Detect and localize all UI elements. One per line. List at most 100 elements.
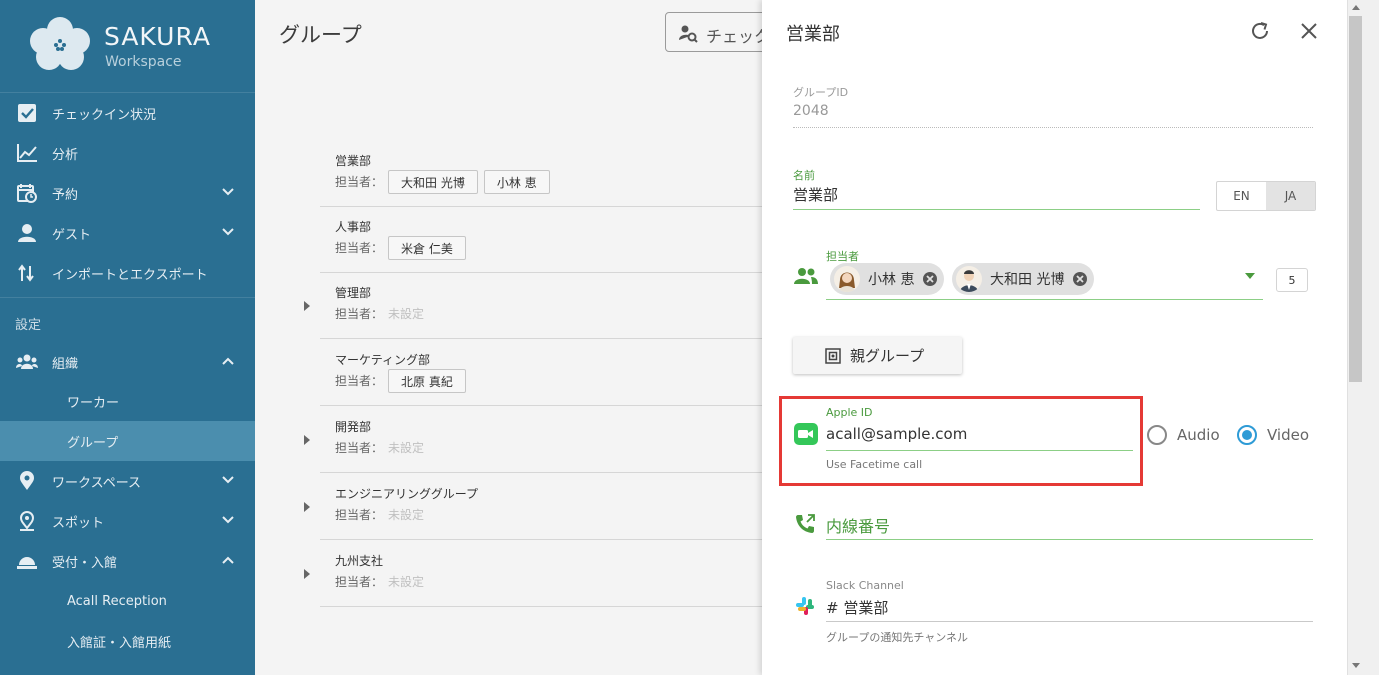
unset-text: 未設定 [388, 441, 425, 455]
lang-en-button[interactable]: EN [1217, 182, 1266, 210]
chevron-down-icon [222, 188, 234, 196]
chevron-up-icon [222, 357, 234, 365]
panel-scrollbar[interactable] [1347, 0, 1379, 675]
managers-label: 担当者 [826, 250, 859, 263]
facetime-icon [794, 423, 818, 445]
guest-icon [18, 224, 36, 242]
manager-chip[interactable]: 大和田 光博 [952, 263, 1095, 295]
dropdown-arrow-icon[interactable] [1244, 272, 1256, 280]
apple-id-input[interactable]: acall@sample.com [826, 425, 967, 443]
manager-name: 大和田 光博 [990, 272, 1065, 288]
expand-arrow-icon[interactable] [303, 435, 311, 445]
sidebar-item-label: チェックイン状況 [52, 107, 157, 123]
brand-subtitle: Workspace [105, 54, 182, 70]
unset-text: 未設定 [388, 575, 425, 589]
avatar [956, 266, 982, 292]
group-name: 営業部 [335, 154, 372, 168]
sidebar-item-label: グループ [67, 435, 119, 451]
sidebar-item-label: ワーカー [67, 395, 120, 411]
main-content: グループ チェック 営業部 担当者： 大和田 光博 小林 恵 人事部 担当者： … [255, 0, 795, 675]
parent-group-icon [825, 347, 841, 364]
slack-channel-input[interactable]: # 営業部 [826, 597, 888, 618]
slack-channel-label: Slack Channel [826, 579, 904, 592]
sidebar-item-label: 入館証・入館用紙 [67, 635, 172, 651]
name-field[interactable]: 営業部 [793, 184, 838, 205]
audio-label: Audio [1177, 426, 1220, 444]
sidebar-subitem-workers[interactable]: ワーカー [0, 381, 255, 421]
expand-arrow-icon[interactable] [303, 301, 311, 311]
group-row[interactable]: マーケティング部 担当者： 北原 真紀 [320, 340, 763, 406]
extension-field[interactable]: 内線番号 [826, 513, 890, 537]
facetime-hint: Use Facetime call [826, 458, 923, 471]
language-toggle: EN JA [1216, 181, 1316, 211]
close-icon[interactable] [1298, 20, 1320, 42]
group-name: 開発部 [335, 420, 372, 434]
group-name: 管理部 [335, 286, 372, 300]
scroll-down-icon[interactable] [1351, 662, 1361, 670]
parent-group-button[interactable]: 親グループ [793, 337, 962, 374]
manager-label: 担当者： [335, 241, 384, 255]
group-row[interactable]: 人事部 担当者： 米倉 仁美 [320, 207, 763, 273]
refresh-icon[interactable] [1249, 20, 1271, 42]
sidebar-subitem-entry-pass[interactable]: 入館証・入館用紙 [0, 621, 255, 661]
sidebar-item-guest[interactable]: ゲスト [0, 213, 255, 253]
people-icon [794, 268, 818, 284]
checkin-search-label: チェック [706, 27, 771, 46]
apple-id-label: Apple ID [826, 406, 873, 419]
group-name: エンジニアリンググループ [335, 487, 479, 501]
divider [0, 297, 255, 298]
sidebar-item-analytics[interactable]: 分析 [0, 133, 255, 173]
sidebar-subitem-acall-reception[interactable]: Acall Reception [0, 581, 255, 621]
group-row[interactable]: エンジニアリンググループ 担当者： 未設定 [304, 474, 763, 540]
extension-underline [826, 539, 1313, 540]
video-radio[interactable] [1237, 425, 1257, 445]
sidebar-item-label: ゲスト [52, 227, 92, 243]
parent-group-label: 親グループ [850, 347, 925, 365]
scroll-thumb[interactable] [1349, 16, 1362, 382]
audio-radio[interactable] [1147, 425, 1167, 445]
managers-underline [826, 299, 1263, 300]
group-row[interactable]: 九州支社 担当者： 未設定 [304, 541, 763, 607]
panel-title: 営業部 [786, 24, 840, 45]
sidebar-item-reception[interactable]: 受付・入館 [0, 541, 255, 581]
slack-underline [826, 621, 1313, 622]
people-group-icon [16, 354, 38, 369]
sidebar-item-workspace[interactable]: ワークスペース [0, 461, 255, 501]
manager-chip[interactable]: 小林 恵 [830, 263, 945, 295]
remove-chip-icon[interactable] [922, 271, 938, 287]
sidebar-subitem-groups[interactable]: グループ [0, 421, 255, 461]
group-row[interactable]: 管理部 担当者： 未設定 [304, 273, 763, 339]
sidebar-item-organization[interactable]: 組織 [0, 342, 255, 382]
sidebar-item-label: 分析 [52, 147, 79, 163]
sidebar-item-import-export[interactable]: インポートとエクスポート [0, 253, 255, 293]
sidebar-item-checkin[interactable]: チェックイン状況 [0, 93, 255, 133]
group-id-value: 2048 [793, 103, 829, 119]
manager-count-badge: 5 [1276, 268, 1308, 292]
group-id-label: グループID [793, 86, 849, 99]
sakura-logo-icon [30, 17, 90, 70]
manager-label: 担当者： [335, 374, 384, 388]
avatar [834, 266, 860, 292]
apple-id-underline [826, 450, 1133, 451]
lang-ja-button[interactable]: JA [1266, 182, 1315, 210]
chevron-down-icon [222, 516, 234, 524]
remove-chip-icon[interactable] [1072, 271, 1088, 287]
manager-label: 担当者： [335, 441, 384, 455]
brand: SAKURA Workspace [0, 0, 255, 93]
sidebar-item-label: 受付・入館 [52, 555, 118, 571]
group-name: マーケティング部 [335, 353, 431, 367]
sidebar-item-label: スポット [52, 515, 105, 531]
group-row[interactable]: 開発部 担当者： 未設定 [304, 407, 763, 473]
sidebar: SAKURA Workspace チェックイン状況 分析 予約 ゲスト インポー… [0, 0, 255, 675]
group-id-underline [793, 127, 1313, 128]
expand-arrow-icon[interactable] [303, 569, 311, 579]
sidebar-item-reservation[interactable]: 予約 [0, 173, 255, 213]
slack-icon [796, 597, 814, 615]
sidebar-item-spot[interactable]: スポット [0, 501, 255, 541]
chevron-down-icon [222, 228, 234, 236]
slack-hint: グループの通知先チャンネル [826, 631, 969, 644]
scroll-up-icon[interactable] [1351, 3, 1361, 11]
group-row[interactable]: 営業部 担当者： 大和田 光博 小林 恵 [320, 141, 763, 207]
expand-arrow-icon[interactable] [303, 502, 311, 512]
sidebar-item-label: 組織 [52, 356, 79, 372]
